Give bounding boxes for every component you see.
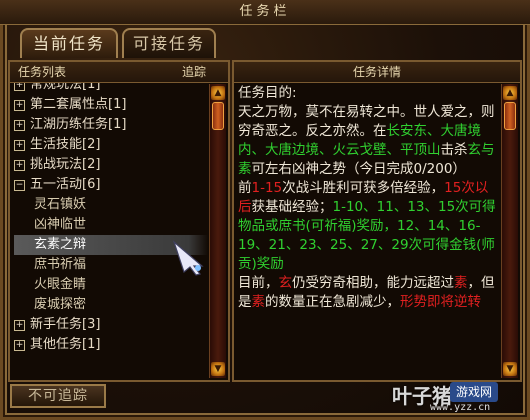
quest-label: 玄素之辩 — [34, 237, 87, 252]
status-text-4: 的数量正在急剧减少， — [265, 294, 400, 310]
quest-list-scrollbar[interactable]: ▲ ▼ — [209, 84, 226, 378]
quest-label: 五一活动[6] — [30, 177, 101, 192]
watermark-badge: 游戏网 — [450, 382, 499, 402]
expand-icon[interactable]: + — [14, 160, 25, 171]
watermark-url: www.yzz.cn — [430, 402, 491, 413]
quest-label: 生活技能[2] — [30, 137, 101, 152]
quest-item[interactable]: 灵石镇妖 — [14, 195, 208, 215]
quest-item[interactable]: 火眼金睛 — [14, 275, 208, 295]
status-su-2: 素 — [251, 294, 266, 310]
window-title: 任务栏 — [0, 0, 530, 25]
quest-list-title: 任务列表 — [18, 65, 67, 79]
status-xuan: 玄 — [278, 275, 293, 291]
quest-label: 废城探密 — [34, 297, 87, 312]
reward-text-2: 获基础经验； — [251, 199, 333, 215]
expand-icon[interactable]: + — [14, 120, 25, 131]
scroll-thumb[interactable] — [212, 102, 224, 130]
quest-group[interactable]: + 新手任务[3] — [14, 315, 208, 335]
quest-group[interactable]: + 生活技能[2] — [14, 135, 208, 155]
objective-text-3: 可左右凶神之势（今日完成0/200） — [251, 161, 466, 177]
quest-item[interactable]: 废城探密 — [14, 295, 208, 315]
status-warning: 形势即将逆转 — [400, 294, 481, 310]
expand-icon[interactable]: + — [14, 320, 25, 331]
quest-group[interactable]: + 江湖历练任务[1] — [14, 115, 208, 135]
quest-item[interactable]: 凶神临世 — [14, 215, 208, 235]
quest-label: 火眼金睛 — [34, 277, 87, 292]
quest-label: 其他任务[1] — [30, 337, 101, 352]
quest-detail-text: 任务目的: 天之万物，莫不在易转之中。世人爱之，则穷奇恶之。反之亦然。在长安东、… — [238, 84, 498, 376]
site-watermark: 叶子猪 游戏网 www.yzz.cn — [392, 380, 524, 414]
tab-available-quests[interactable]: 可接任务 — [122, 28, 216, 58]
quest-detail-header: 任务详情 — [234, 62, 520, 83]
quest-group[interactable]: + 常规玩法[1] — [14, 83, 208, 95]
mouse-cursor-icon — [172, 240, 204, 276]
status-text-2: 仍受穷奇相助，能力远超过 — [292, 275, 454, 291]
tab-current-quests[interactable]: 当前任务 — [20, 28, 118, 58]
quest-list-panel: 任务列表 追踪 + 常规玩法[1] + 第二套属性点[1] + 江湖历练任务[1] + 生活技… — [8, 60, 230, 382]
untrack-button[interactable]: 不可追踪 — [10, 384, 106, 408]
scroll-up-icon[interactable]: ▲ — [503, 86, 517, 100]
reward-prefix: 前 — [238, 180, 252, 196]
quest-label: 新手任务[3] — [30, 317, 101, 332]
reward-range: 1-15 — [251, 180, 283, 196]
quest-group[interactable]: − 五一活动[6] — [14, 175, 208, 195]
scroll-up-icon[interactable]: ▲ — [211, 86, 225, 100]
scroll-thumb[interactable] — [504, 102, 516, 130]
quest-label: 江湖历练任务[1] — [30, 117, 127, 132]
quest-label: 常规玩法[1] — [30, 83, 101, 92]
expand-icon[interactable]: + — [14, 140, 25, 151]
scroll-down-icon[interactable]: ▼ — [211, 362, 225, 376]
quest-list: + 常规玩法[1] + 第二套属性点[1] + 江湖历练任务[1] + 生活技能[2] + 挑战玩… — [14, 83, 208, 376]
expand-icon[interactable]: + — [14, 340, 25, 351]
quest-list-header: 任务列表 追踪 — [10, 62, 228, 83]
quest-group[interactable]: + 其他任务[1] — [14, 335, 208, 355]
objective-text-2: 击杀 — [440, 142, 468, 158]
quest-detail-panel: 任务详情 任务目的: 天之万物，莫不在易转之中。世人爱之，则穷奇恶之。反之亦然。… — [232, 60, 522, 382]
track-button[interactable]: 追踪 — [182, 62, 206, 82]
status-text-1: 目前， — [238, 275, 279, 291]
quest-detail-scrollbar[interactable]: ▲ ▼ — [501, 84, 518, 378]
quest-label: 灵石镇妖 — [34, 197, 87, 212]
collapse-icon[interactable]: − — [14, 180, 25, 191]
expand-icon[interactable]: + — [14, 100, 25, 111]
status-su: 素 — [454, 275, 468, 291]
scroll-down-icon[interactable]: ▼ — [503, 362, 517, 376]
objective-heading: 任务目的: — [238, 85, 297, 101]
quest-label: 第二套属性点[1] — [30, 97, 127, 112]
quest-group[interactable]: + 第二套属性点[1] — [14, 95, 208, 115]
expand-icon[interactable]: + — [14, 83, 25, 91]
reward-text-1: 次战斗胜利可获多倍经验， — [282, 180, 445, 196]
quest-label: 凶神临世 — [34, 217, 87, 232]
quest-label: 挑战玩法[2] — [30, 157, 101, 172]
quest-group[interactable]: + 挑战玩法[2] — [14, 155, 208, 175]
quest-label: 庶书祈福 — [34, 257, 87, 272]
